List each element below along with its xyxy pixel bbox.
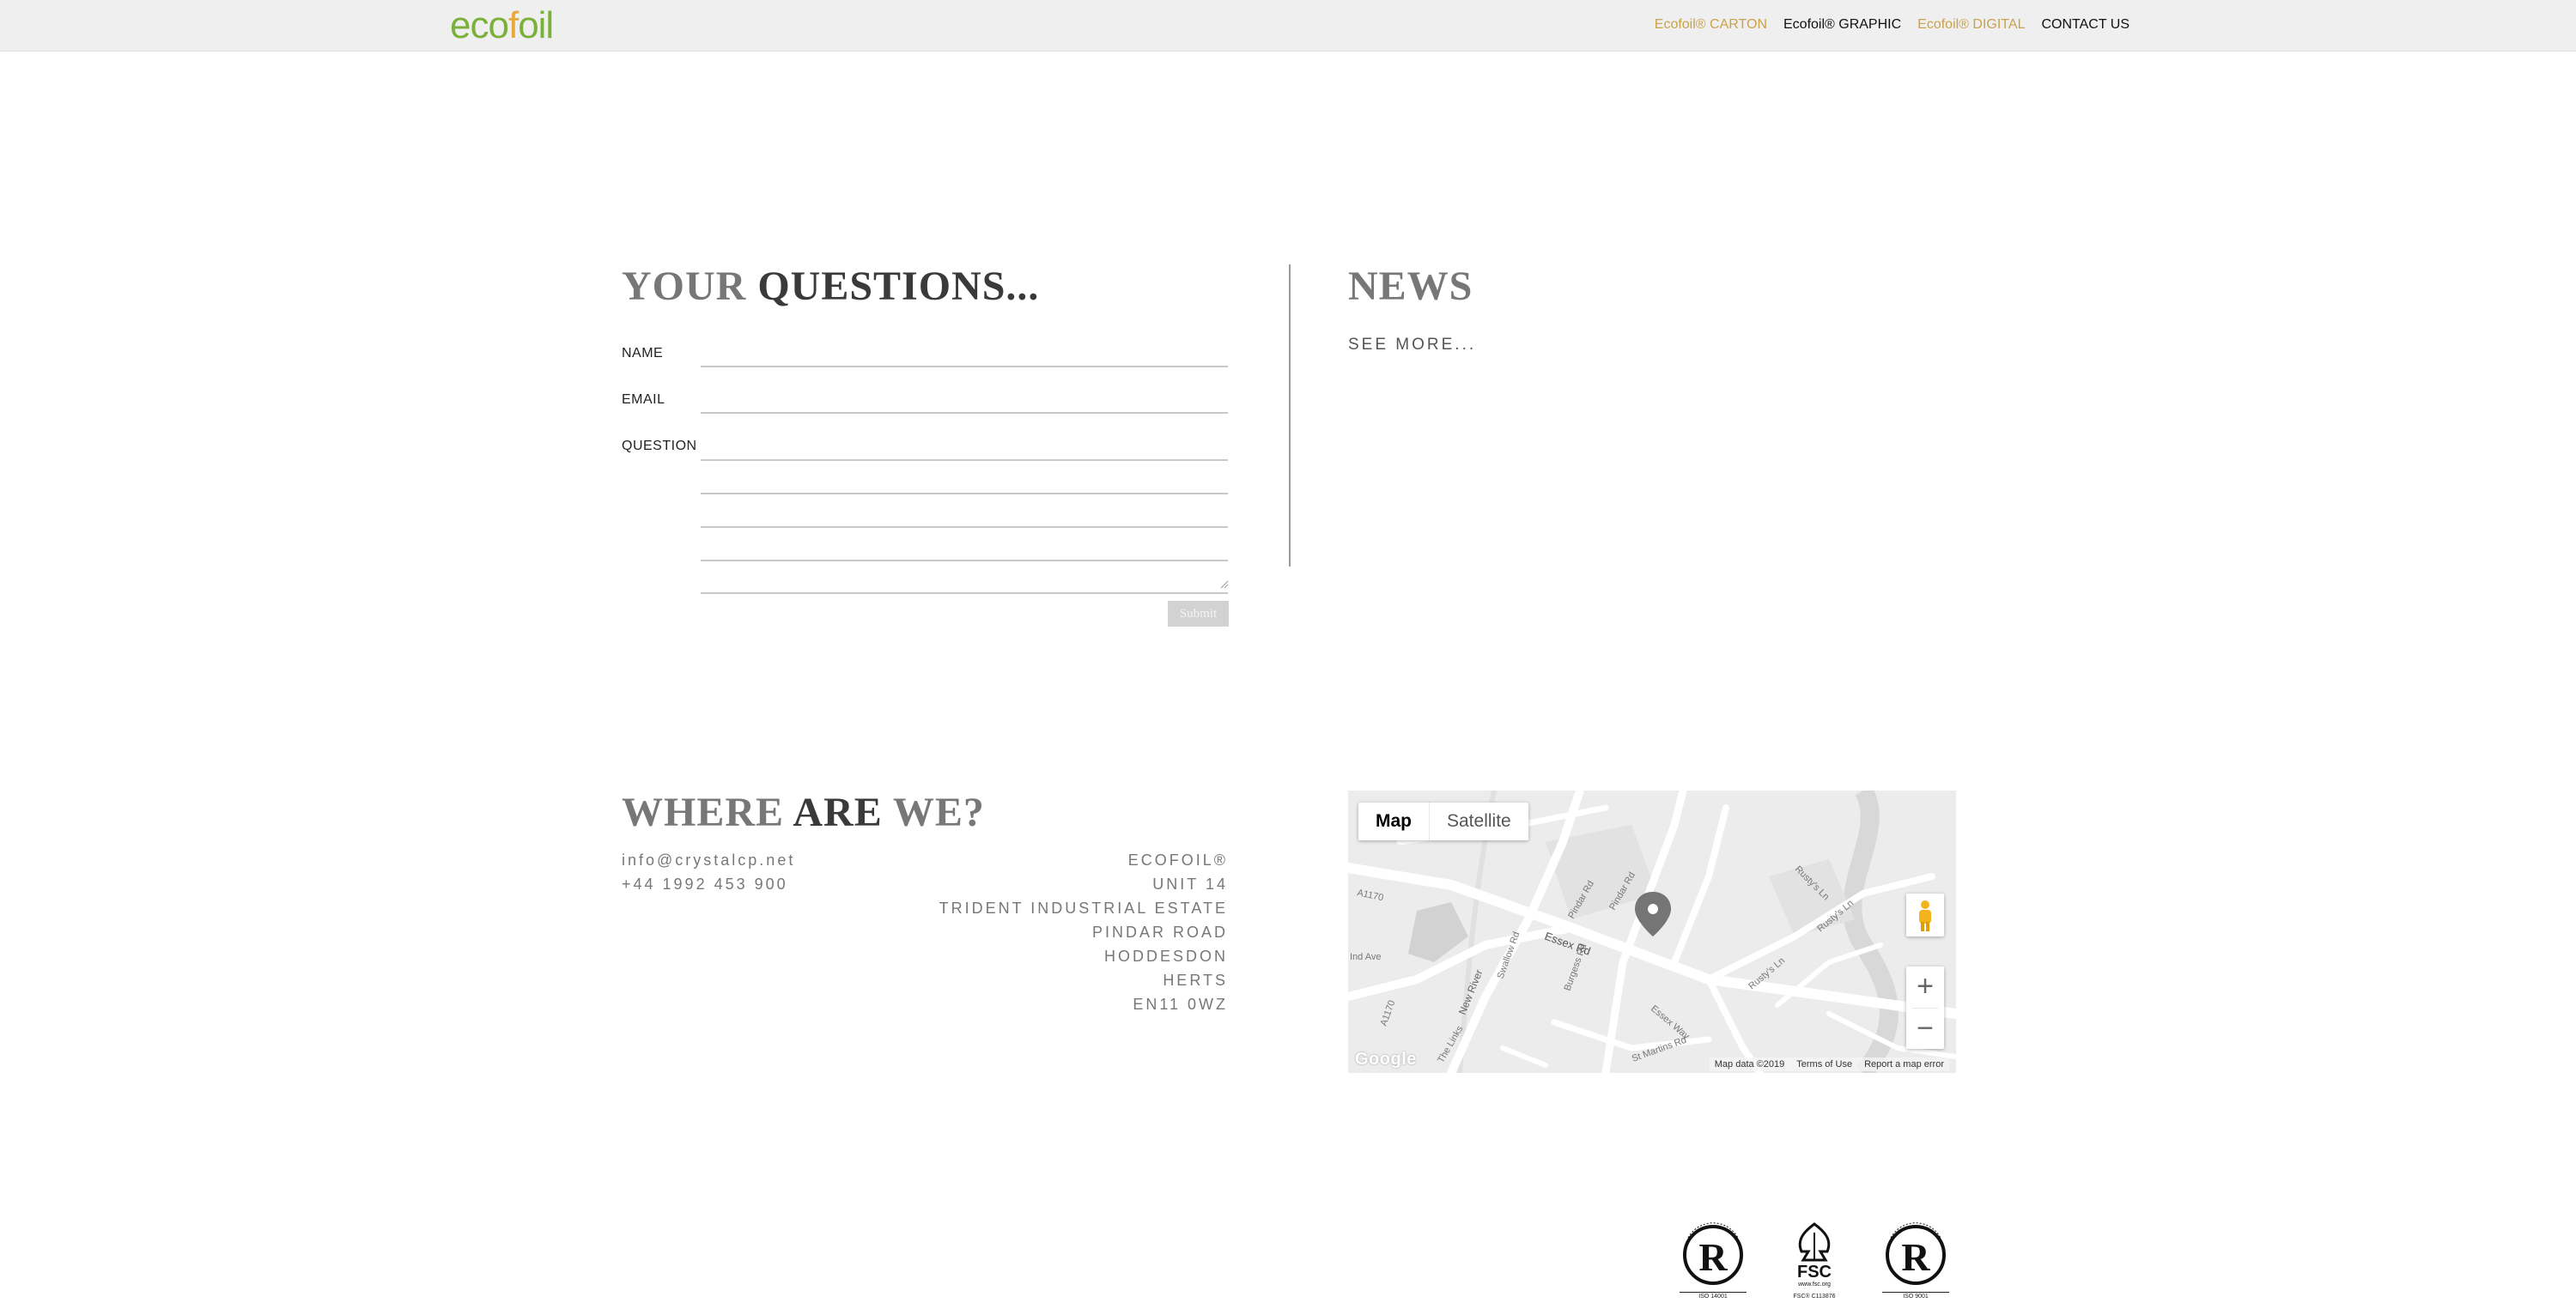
- iso-9001-badge: R ISO 9001: [1882, 1219, 1949, 1300]
- address-line: ECOFOIL®: [1127, 851, 1228, 869]
- google-map[interactable]: A1170 A1170 Essex Rd Pindar Rd Pindar Rd…: [1348, 791, 1956, 1073]
- logo-text-f: f: [507, 4, 519, 46]
- fsc-badge: FSC www.fsc.org FSC® C113876: [1781, 1219, 1848, 1300]
- resize-grip-icon[interactable]: [1220, 580, 1229, 589]
- map-type-map-button[interactable]: Map: [1358, 803, 1429, 840]
- cert-caption: ISO 14001: [1680, 1292, 1747, 1300]
- nav-ecofoil-digital[interactable]: Ecofoil® DIGITAL: [1917, 16, 2025, 33]
- where-heading: WHERE ARE WE?: [622, 789, 985, 837]
- submit-button[interactable]: Submit: [1168, 601, 1229, 627]
- registered-quality-iso14001-icon: R: [1683, 1222, 1743, 1285]
- svg-text:R: R: [1698, 1235, 1728, 1279]
- zoom-in-button[interactable]: +: [1906, 967, 1944, 1008]
- google-logo[interactable]: Google: [1355, 1050, 1417, 1070]
- address-line: UNIT 14: [1152, 876, 1228, 893]
- question-line: [701, 560, 1228, 561]
- main-nav: Ecofoil® CARTON Ecofoil® GRAPHIC Ecofoil…: [1655, 16, 2129, 33]
- svg-text:R: R: [1901, 1235, 1930, 1279]
- address-line: PINDAR ROAD: [1091, 924, 1228, 941]
- question-line: [701, 592, 1228, 594]
- name-field[interactable]: [701, 342, 1228, 367]
- ecofoil-logo[interactable]: ecofoil: [450, 3, 554, 48]
- question-label: QUESTION: [622, 439, 697, 453]
- map-type-satellite-button[interactable]: Satellite: [1430, 803, 1528, 840]
- vertical-divider: [1289, 264, 1291, 567]
- map-street-label: Ind Ave: [1350, 952, 1382, 962]
- cert-caption: FSC® C113876: [1793, 1294, 1836, 1300]
- question-line: [701, 493, 1228, 494]
- fsc-mark-text: FSC: [1797, 1263, 1832, 1282]
- address-line: HODDESDON: [1103, 948, 1228, 965]
- fsc-url-text: www.fsc.org: [1797, 1282, 1831, 1288]
- where-heading-light: WHERE: [622, 790, 785, 835]
- top-navigation-bar: ecofoil Ecofoil® CARTON Ecofoil® GRAPHIC…: [0, 0, 2576, 52]
- iso-14001-badge: R ISO 14001: [1680, 1219, 1747, 1300]
- map-footer: Map data ©2019 Terms of Use Report a map…: [1709, 1057, 1949, 1071]
- questions-heading-dark: QUESTIONS...: [757, 264, 1040, 309]
- email-field[interactable]: [701, 388, 1228, 414]
- map-terms-link[interactable]: Terms of Use: [1796, 1059, 1852, 1070]
- registered-quality-iso9001-icon: R: [1886, 1222, 1946, 1285]
- address-line: HERTS: [1163, 972, 1228, 989]
- question-line: [701, 526, 1228, 528]
- where-heading-light: WE?: [892, 790, 985, 835]
- see-more-link[interactable]: SEE MORE...: [1348, 336, 1476, 355]
- cert-caption: ISO 9001: [1882, 1292, 1949, 1300]
- address-line: TRIDENT INDUSTRIAL ESTATE: [939, 900, 1228, 917]
- nav-ecofoil-carton[interactable]: Ecofoil® CARTON: [1655, 16, 1767, 33]
- fsc-tree-icon: FSC www.fsc.org: [1797, 1222, 1832, 1288]
- address-line: EN11 0WZ: [1133, 996, 1228, 1013]
- question-line: [701, 459, 1228, 461]
- email-label: EMAIL: [622, 392, 665, 407]
- logo-text-eco: eco: [450, 4, 509, 46]
- map-type-control: Map Satellite: [1358, 803, 1528, 840]
- questions-heading-light: YOUR: [622, 264, 747, 309]
- contact-phone-link[interactable]: +44 1992 453 900: [622, 876, 788, 894]
- name-label: NAME: [622, 346, 664, 361]
- map-attribution: Map data ©2019: [1714, 1059, 1785, 1070]
- news-heading: NEWS: [1348, 264, 1473, 309]
- where-heading-dark: ARE: [793, 790, 883, 835]
- logo-text-oil: oil: [518, 4, 554, 46]
- zoom-out-button[interactable]: −: [1906, 1009, 1944, 1050]
- nav-contact-us[interactable]: CONTACT US: [2041, 16, 2129, 33]
- map-report-error-link[interactable]: Report a map error: [1864, 1059, 1944, 1070]
- street-view-pegman-icon[interactable]: [1906, 894, 1944, 936]
- contact-email-link[interactable]: info@crystalcp.net: [622, 851, 795, 870]
- zoom-control: + −: [1906, 967, 1944, 1049]
- nav-ecofoil-graphic[interactable]: Ecofoil® GRAPHIC: [1783, 16, 1901, 33]
- questions-heading: YOUR QUESTIONS...: [622, 263, 1039, 311]
